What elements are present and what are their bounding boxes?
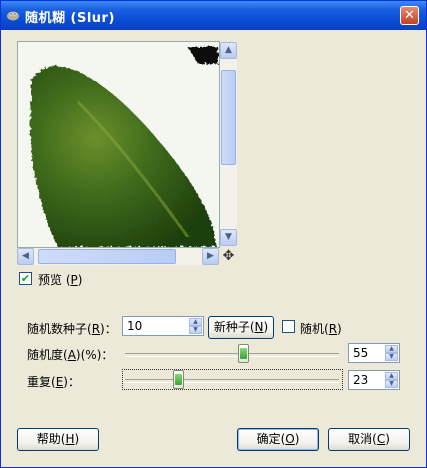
horizontal-scroll-thumb[interactable] bbox=[38, 249, 176, 264]
scroll-down-button[interactable]: ▼ bbox=[220, 229, 237, 246]
spin-up-button[interactable]: ▲ bbox=[385, 345, 398, 353]
randomization-label: 随机度(A)(%)： bbox=[27, 348, 114, 362]
spin-down-button[interactable]: ▼ bbox=[385, 380, 398, 388]
scroll-right-button[interactable]: ▶ bbox=[202, 248, 219, 265]
preview-label[interactable]: 预览 (P) bbox=[38, 271, 82, 288]
preview-image[interactable] bbox=[17, 41, 220, 248]
repeat-slider-track[interactable] bbox=[125, 379, 339, 383]
ok-button[interactable]: 确定(O) bbox=[237, 428, 319, 451]
vertical-scroll-thumb[interactable] bbox=[221, 70, 236, 165]
repeat-spinbutton[interactable]: 23 ▲ ▼ bbox=[348, 370, 400, 390]
randomization-slider-track[interactable] bbox=[125, 353, 339, 357]
spin-up-button[interactable]: ▲ bbox=[189, 318, 202, 326]
window-title: 随机糊 (Slur) bbox=[25, 11, 115, 26]
repeat-slider-thumb[interactable] bbox=[172, 370, 184, 389]
scroll-up-button[interactable]: ▲ bbox=[220, 42, 237, 59]
title-bar[interactable]: 随机糊 (Slur) ✕ bbox=[1, 1, 426, 30]
randomization-value[interactable]: 55 bbox=[353, 346, 368, 360]
cancel-button[interactable]: 取消(C) bbox=[328, 428, 410, 451]
close-icon: ✕ bbox=[404, 8, 415, 23]
spin-down-button[interactable]: ▼ bbox=[189, 326, 202, 334]
randomization-slider-thumb[interactable] bbox=[237, 344, 249, 363]
repeat-label: 重复(E)： bbox=[27, 375, 80, 389]
randomize-label[interactable]: 随机(R) bbox=[300, 320, 342, 337]
random-seed-spinbutton[interactable]: 10 ▲ ▼ bbox=[122, 316, 204, 336]
spin-down-button[interactable]: ▼ bbox=[385, 353, 398, 361]
gimp-icon bbox=[7, 11, 19, 21]
random-seed-label: 随机数种子(R)： bbox=[27, 322, 117, 336]
randomize-checkbox[interactable] bbox=[282, 320, 295, 333]
randomization-spinbutton[interactable]: 55 ▲ ▼ bbox=[348, 343, 400, 363]
new-seed-button[interactable]: 新种子(N) bbox=[208, 316, 274, 339]
dialog-window: 随机糊 (Slur) ✕ ▲ ▼ ◀ ▶ ✥ ✔ 预览 (P) 随机数种子(R)… bbox=[0, 0, 427, 468]
navigate-icon[interactable]: ✥ bbox=[221, 249, 236, 264]
scroll-left-button[interactable]: ◀ bbox=[17, 248, 34, 265]
help-button[interactable]: 帮助(H) bbox=[17, 428, 99, 451]
leaf-image bbox=[29, 47, 218, 247]
repeat-value[interactable]: 23 bbox=[353, 373, 368, 387]
spin-up-button[interactable]: ▲ bbox=[385, 372, 398, 380]
close-button[interactable]: ✕ bbox=[400, 6, 419, 25]
preview-checkbox[interactable]: ✔ bbox=[19, 272, 32, 285]
preview-vertical-scrollbar[interactable]: ▲ ▼ bbox=[220, 42, 237, 246]
preview-horizontal-scrollbar[interactable]: ◀ ▶ bbox=[17, 248, 219, 265]
random-seed-value[interactable]: 10 bbox=[127, 319, 142, 333]
